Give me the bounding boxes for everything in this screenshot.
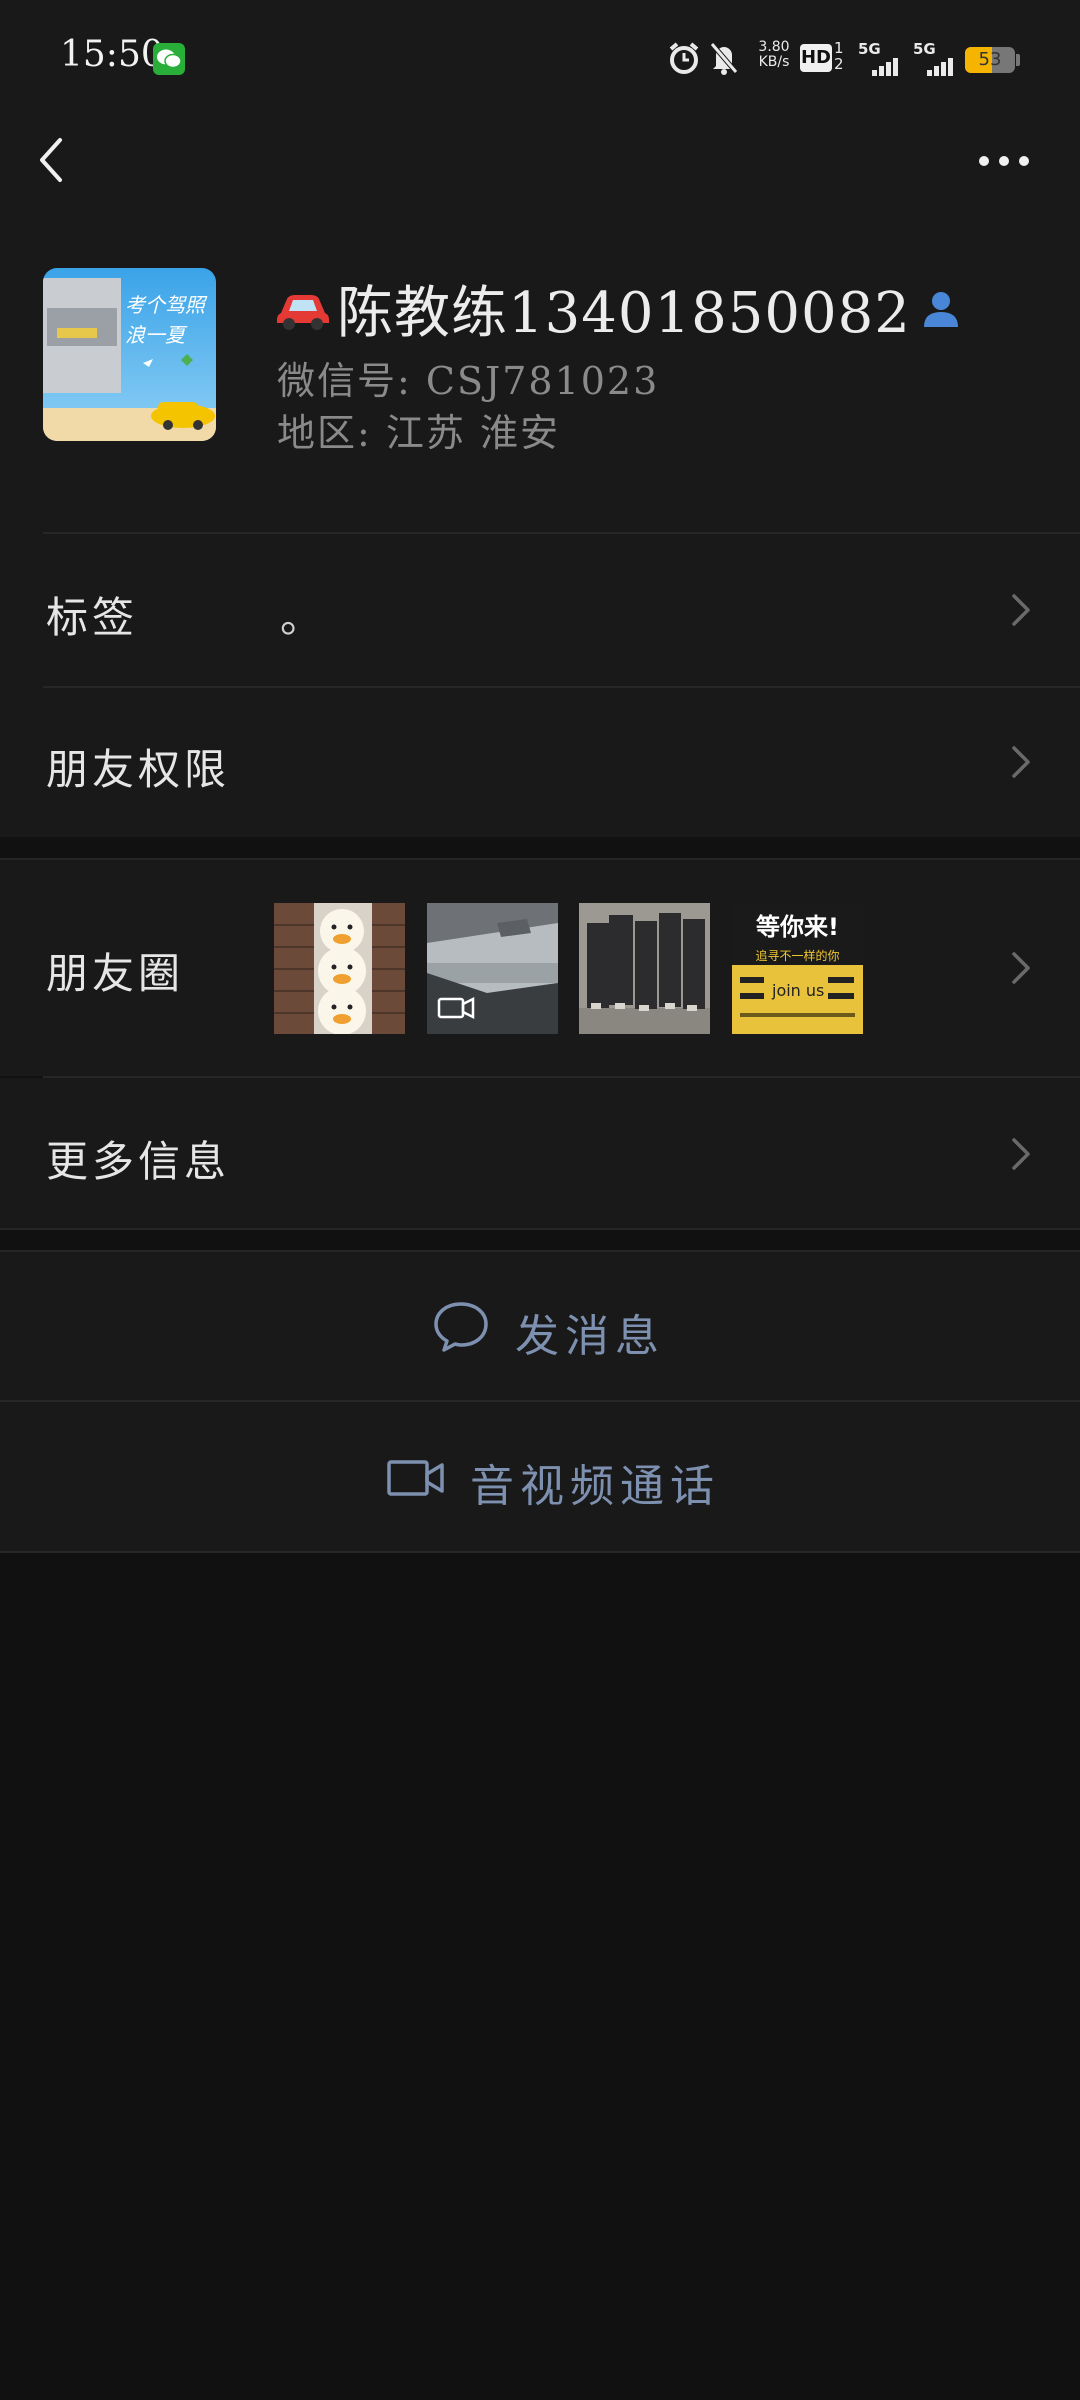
battery-icon: 53 bbox=[965, 47, 1015, 73]
profile-name-row: 陈教练13401850082 bbox=[275, 268, 961, 346]
network-speed-unit: KB/s bbox=[758, 54, 790, 70]
tags-value: 。 bbox=[280, 593, 323, 642]
avatar-caption: 考个驾照 浪一夏 bbox=[125, 293, 205, 347]
more-info-row[interactable]: 更多信息 bbox=[0, 1078, 1080, 1228]
signal-sim2-icon: 5G bbox=[913, 40, 957, 76]
moments-thumb-car-video[interactable] bbox=[427, 903, 558, 1034]
hd-voice-badge: HD bbox=[800, 44, 832, 72]
send-message-button[interactable]: 发消息 bbox=[0, 1252, 1080, 1402]
car-icon bbox=[277, 294, 329, 330]
video-call-label: 音视频通话 bbox=[470, 1461, 720, 1512]
network-speed-value: 3.80 bbox=[758, 39, 790, 55]
more-info-label: 更多信息 bbox=[46, 1137, 231, 1186]
hd-sim-indicator: 1 2 bbox=[834, 40, 844, 72]
battery-tip bbox=[1016, 54, 1020, 66]
tags-label: 标签 bbox=[46, 593, 139, 642]
chevron-right-icon bbox=[1012, 594, 1030, 626]
moments-thumb-crowd[interactable] bbox=[579, 903, 710, 1034]
tags-row[interactable]: 标签 。 bbox=[0, 534, 1080, 686]
poster-stripe bbox=[740, 1013, 855, 1017]
moments-label: 朋友圈 bbox=[46, 949, 185, 998]
divider bbox=[0, 1551, 1080, 1553]
network-speed: 3.80 KB/s bbox=[752, 40, 796, 70]
video-call-button[interactable]: 音视频通话 bbox=[0, 1402, 1080, 1551]
avatar[interactable]: 考个驾照 浪一夏 bbox=[43, 268, 216, 441]
contact-person-icon bbox=[923, 291, 958, 327]
battery-level: 53 bbox=[978, 49, 1002, 70]
back-button[interactable] bbox=[30, 130, 80, 190]
signal-sim1-label: 5G bbox=[858, 40, 881, 58]
wechat-id: 微信号: CSJ781023 bbox=[277, 359, 660, 403]
poster-stripe bbox=[740, 977, 764, 983]
signal-sim2-label: 5G bbox=[913, 40, 936, 58]
video-camera-icon bbox=[387, 1460, 444, 1496]
chat-bubble-icon bbox=[434, 1302, 488, 1352]
poster-stripe bbox=[828, 977, 854, 983]
section-gap bbox=[0, 837, 1080, 860]
moments-thumb-ducks[interactable] bbox=[274, 903, 405, 1034]
status-time: 15:50 bbox=[60, 34, 164, 75]
status-bar: 15:50 3.80 KB/s HD 1 2 5G 5G 53 bbox=[0, 0, 1080, 116]
chevron-right-icon bbox=[1012, 746, 1030, 778]
wechat-notification-icon bbox=[153, 43, 185, 75]
profile-name: 陈教练13401850082 bbox=[337, 281, 911, 346]
poster-title: 等你来! bbox=[756, 913, 839, 941]
hd-sim-top: 1 bbox=[834, 39, 844, 57]
poster-join: join us bbox=[772, 981, 825, 1000]
alarm-icon bbox=[669, 42, 699, 74]
poster-stripe bbox=[740, 993, 764, 999]
poster-subtitle: 追寻不一样的你 bbox=[755, 949, 840, 963]
section-gap bbox=[0, 1230, 1080, 1252]
signal-sim1-icon: 5G bbox=[858, 40, 902, 76]
hd-sim-bottom: 2 bbox=[834, 55, 844, 73]
poster-stripe bbox=[828, 993, 854, 999]
permissions-label: 朋友权限 bbox=[46, 745, 231, 794]
chevron-right-icon bbox=[1012, 952, 1030, 984]
friend-permissions-row[interactable]: 朋友权限 bbox=[0, 688, 1080, 837]
chevron-right-icon bbox=[1012, 1138, 1030, 1170]
region: 地区: 江苏 淮安 bbox=[277, 411, 560, 455]
more-options-button[interactable] bbox=[976, 146, 1032, 176]
moments-thumb-poster[interactable]: 等你来! 追寻不一样的你 join us bbox=[732, 903, 863, 1034]
mute-bell-icon bbox=[710, 42, 738, 75]
send-message-label: 发消息 bbox=[515, 1311, 665, 1362]
